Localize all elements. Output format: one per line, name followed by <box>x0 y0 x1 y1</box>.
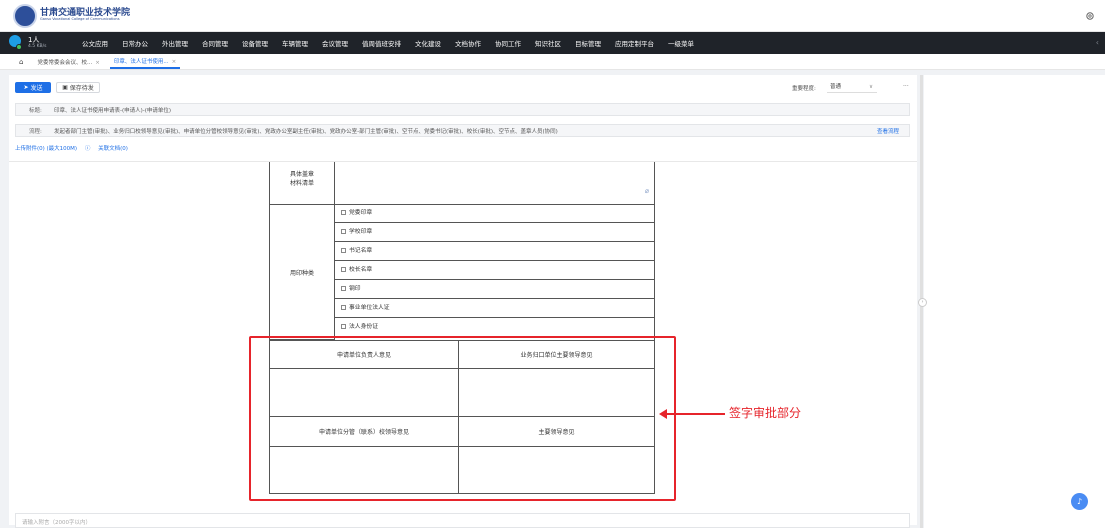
nav-menu: 公文应用 日常办公 外出管理 合同管理 设备管理 车辆管理 会议管理 值周值班安… <box>82 32 708 54</box>
collapse-handle-icon[interactable]: › <box>918 298 927 307</box>
flow-value: 发起者部门主管(审批)、业务归口校领导意见(审批)、申请单位分管校领导意见(审批… <box>54 129 558 135</box>
close-icon[interactable]: × <box>95 60 100 66</box>
checkbox[interactable] <box>341 267 346 272</box>
nav-item-vehicles[interactable]: 车辆管理 <box>282 38 308 48</box>
seal-option-label: 校长名章 <box>349 267 373 273</box>
title-field[interactable]: 标题: 印章、法人证书使用申请表-(申请人)-(申请单位) <box>15 103 910 116</box>
nav-item-duty[interactable]: 值周值班安排 <box>362 38 401 48</box>
comment-input[interactable]: 请输入附言（2000字以内） <box>15 513 910 528</box>
seal-option-president[interactable]: 校长名章 <box>335 261 655 280</box>
tab-seal-request[interactable]: 印章、法人证书使用... × <box>109 55 181 69</box>
priority-label: 重要程度: <box>792 86 816 92</box>
save-icon: ▣ <box>62 84 70 91</box>
seal-option-legal-id[interactable]: 法人身份证 <box>335 318 655 337</box>
home-icon[interactable]: ⌂ <box>19 58 23 66</box>
tab-meeting[interactable]: 党委常委会会议、校... × <box>33 56 103 68</box>
attachment-bar: 上传附件(0) (最大100M) ⓘ 关联文档(0) <box>15 144 134 152</box>
related-docs-link[interactable]: 关联文档(0) <box>98 146 128 152</box>
annotation-label: 签字审批部分 <box>729 406 802 420</box>
network-speed: 4.5 KB/s <box>28 44 47 49</box>
checkbox[interactable] <box>341 229 346 234</box>
title-value: 印章、法人证书使用申请表-(申请人)-(申请单位) <box>54 108 172 114</box>
material-label: 具体盖章材料清单 <box>289 171 314 187</box>
seal-option-secretary[interactable]: 书记名章 <box>335 242 655 261</box>
paperclip-icon[interactable]: ⌀ <box>645 187 649 195</box>
seal-option-party[interactable]: 党委印章 <box>335 204 655 223</box>
nav-item-outing[interactable]: 外出管理 <box>162 38 188 48</box>
logo-subtext: Gansu Vocational College of Communicatio… <box>40 17 120 21</box>
seal-option-label: 钢印 <box>349 286 361 292</box>
tab-strip: ⌂ 党委常委会会议、校... × 印章、法人证书使用... × <box>0 54 1105 70</box>
more-button[interactable]: ··· <box>903 83 909 90</box>
signature-highlight-box <box>249 336 676 501</box>
annotation-arrow-line <box>663 413 725 415</box>
save-draft-button[interactable]: ▣ 保存待发 <box>56 82 100 93</box>
nav-item-doc-collab[interactable]: 文档协作 <box>455 38 481 48</box>
online-status-icon <box>16 44 22 50</box>
chevron-left-icon[interactable]: ‹ <box>1096 38 1099 47</box>
checkbox[interactable] <box>341 286 346 291</box>
nav-item-goals[interactable]: 目标管理 <box>575 38 601 48</box>
help-icon[interactable]: ⓘ <box>85 146 91 152</box>
send-button[interactable]: ➤ 发送 <box>15 82 51 93</box>
material-label-cell: 具体盖章材料清单 <box>269 162 335 205</box>
nav-item-contracts[interactable]: 合同管理 <box>202 38 228 48</box>
nav-item-level1[interactable]: 一级菜单 <box>668 38 694 48</box>
title-label: 标题: <box>29 108 42 114</box>
priority-select[interactable]: 普通 ∨ <box>827 82 877 93</box>
seal-option-label: 学校印章 <box>349 229 373 235</box>
checkbox[interactable] <box>341 210 346 215</box>
seal-option-school[interactable]: 学校印章 <box>335 223 655 242</box>
gear-icon[interactable] <box>1085 11 1095 21</box>
flow-field: 流程: 发起者部门主管(审批)、业务归口校领导意见(审批)、申请单位分管校领导意… <box>15 124 910 137</box>
checkbox[interactable] <box>341 305 346 310</box>
upload-attachment-link[interactable]: 上传附件(0) (最大100M) <box>15 146 77 152</box>
nav-item-equipment[interactable]: 设备管理 <box>242 38 268 48</box>
college-logo-icon <box>13 4 37 28</box>
main-navbar: 1人 4.5 KB/s 公文应用 日常办公 外出管理 合同管理 设备管理 车辆管… <box>0 32 1105 54</box>
nav-item-collab-work[interactable]: 协同工作 <box>495 38 521 48</box>
nav-item-official-docs[interactable]: 公文应用 <box>82 38 108 48</box>
save-label: 保存待发 <box>69 85 94 92</box>
nav-item-knowledge[interactable]: 知识社区 <box>535 38 561 48</box>
flow-label: 流程: <box>29 129 42 135</box>
tab-label: 印章、法人证书使用... <box>113 58 169 65</box>
seal-type-label-cell: 用印种类 <box>269 204 335 340</box>
nav-item-meetings[interactable]: 会议管理 <box>322 38 348 48</box>
nav-item-daily-office[interactable]: 日常办公 <box>122 38 148 48</box>
seal-option-label: 事业单位法人证 <box>349 305 390 311</box>
send-icon: ➤ <box>23 84 31 91</box>
nav-item-app-platform[interactable]: 应用定制平台 <box>615 38 654 48</box>
seal-type-label: 用印种类 <box>289 269 314 277</box>
seal-option-label: 党委印章 <box>349 210 373 216</box>
seal-option-legal-cert[interactable]: 事业单位法人证 <box>335 299 655 318</box>
view-flow-link[interactable]: 查看流程 <box>877 127 899 135</box>
nav-item-culture[interactable]: 文化建设 <box>415 38 441 48</box>
close-icon[interactable]: × <box>172 59 177 65</box>
right-panel <box>924 75 1105 528</box>
priority-value: 普通 <box>830 84 842 90</box>
chevron-down-icon: ∨ <box>868 84 873 90</box>
send-label: 发送 <box>30 85 43 92</box>
notification-bell-icon[interactable]: ♪ <box>1071 493 1088 510</box>
top-header: 甘肃交通职业技术学院 Gansu Vocational College of C… <box>0 0 1105 32</box>
checkbox[interactable] <box>341 248 346 253</box>
tab-label: 党委常委会会议、校... <box>37 59 93 66</box>
seal-option-steel[interactable]: 钢印 <box>335 280 655 299</box>
form-toolbar: ➤ 发送 ▣ 保存待发 重要程度: 普通 ∨ ··· <box>15 82 915 96</box>
material-input-cell[interactable]: ⌀ <box>334 162 655 205</box>
seal-option-label: 书记名章 <box>349 248 373 254</box>
seal-option-label: 法人身份证 <box>349 324 378 330</box>
checkbox[interactable] <box>341 324 346 329</box>
